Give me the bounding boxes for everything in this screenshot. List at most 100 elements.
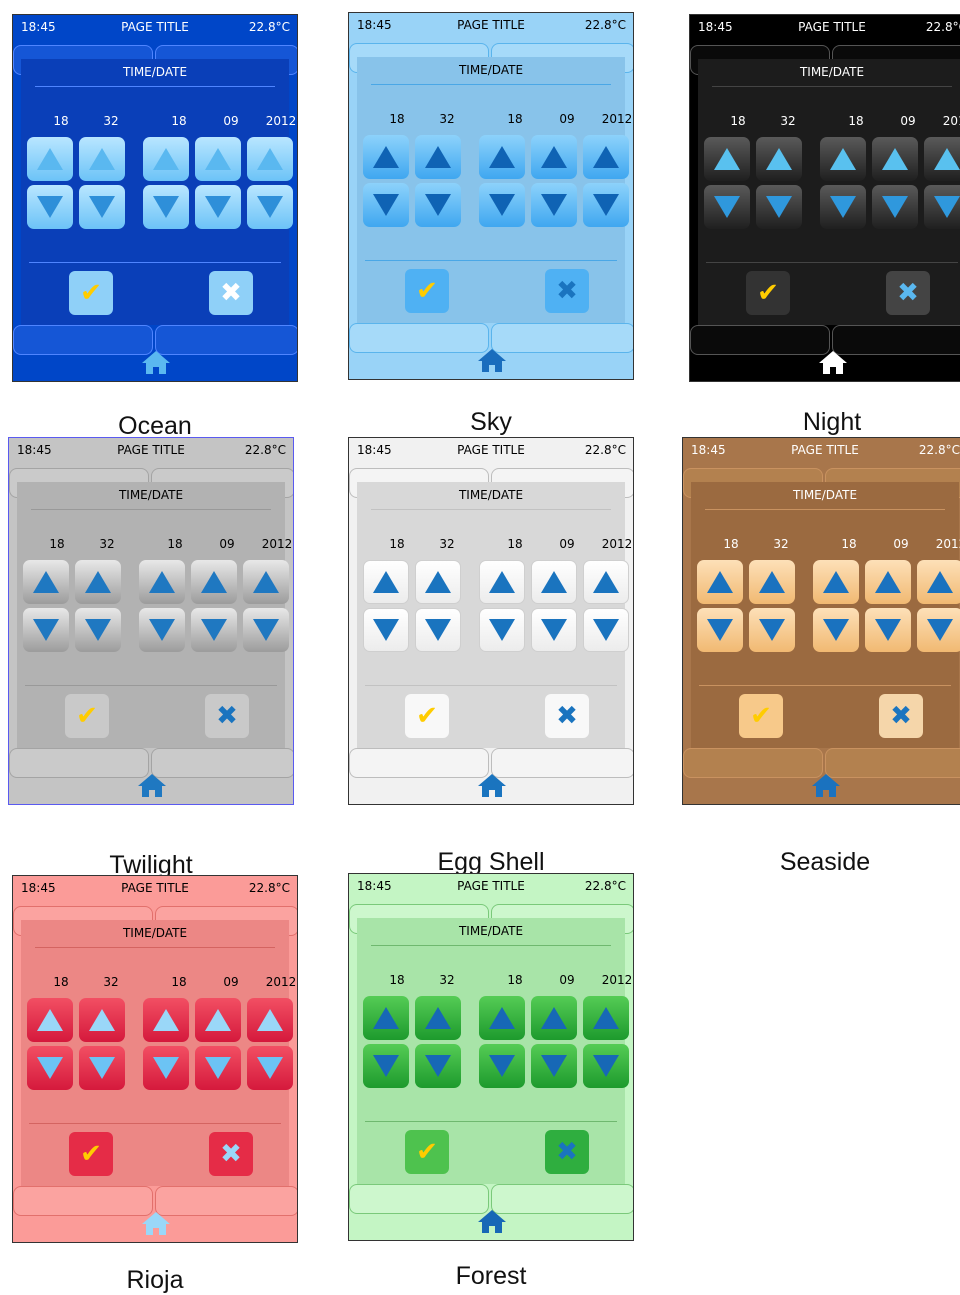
- background-tab[interactable]: [349, 323, 489, 353]
- down-button[interactable]: [917, 608, 960, 652]
- background-tab[interactable]: [690, 325, 830, 355]
- down-button[interactable]: [415, 183, 461, 227]
- down-button[interactable]: [583, 608, 629, 652]
- up-button[interactable]: [139, 560, 185, 604]
- down-button[interactable]: [531, 183, 577, 227]
- cancel-button[interactable]: ✖: [545, 694, 589, 738]
- background-tab[interactable]: [491, 748, 633, 778]
- up-button[interactable]: [756, 137, 802, 181]
- down-button[interactable]: [749, 608, 795, 652]
- up-button[interactable]: [697, 560, 743, 604]
- down-button[interactable]: [143, 1046, 189, 1090]
- down-button[interactable]: [75, 608, 121, 652]
- down-button[interactable]: [479, 1044, 525, 1088]
- up-button[interactable]: [75, 560, 121, 604]
- down-button[interactable]: [243, 608, 289, 652]
- cancel-button[interactable]: ✖: [886, 271, 930, 315]
- up-button[interactable]: [479, 996, 525, 1040]
- background-tab[interactable]: [832, 325, 960, 355]
- home-icon[interactable]: [810, 772, 842, 798]
- confirm-button[interactable]: ✔: [405, 694, 449, 738]
- confirm-button[interactable]: ✔: [405, 1130, 449, 1174]
- background-tab[interactable]: [491, 323, 633, 353]
- down-button[interactable]: [195, 1046, 241, 1090]
- home-icon[interactable]: [476, 772, 508, 798]
- down-button[interactable]: [865, 608, 911, 652]
- down-button[interactable]: [363, 1044, 409, 1088]
- up-button[interactable]: [143, 137, 189, 181]
- down-button[interactable]: [27, 1046, 73, 1090]
- down-button[interactable]: [247, 1046, 293, 1090]
- down-button[interactable]: [924, 185, 960, 229]
- home-icon[interactable]: [476, 1208, 508, 1234]
- cancel-button[interactable]: ✖: [209, 271, 253, 315]
- background-tab[interactable]: [155, 1186, 297, 1216]
- up-button[interactable]: [195, 998, 241, 1042]
- up-button[interactable]: [583, 996, 629, 1040]
- up-button[interactable]: [247, 137, 293, 181]
- down-button[interactable]: [79, 1046, 125, 1090]
- up-button[interactable]: [865, 560, 911, 604]
- background-tab[interactable]: [349, 1184, 489, 1214]
- background-tab[interactable]: [13, 325, 153, 355]
- up-button[interactable]: [813, 560, 859, 604]
- down-button[interactable]: [191, 608, 237, 652]
- down-button[interactable]: [872, 185, 918, 229]
- up-button[interactable]: [479, 135, 525, 179]
- up-button[interactable]: [243, 560, 289, 604]
- up-button[interactable]: [531, 560, 577, 604]
- background-tab[interactable]: [155, 325, 297, 355]
- up-button[interactable]: [531, 996, 577, 1040]
- down-button[interactable]: [583, 183, 629, 227]
- up-button[interactable]: [583, 135, 629, 179]
- down-button[interactable]: [27, 185, 73, 229]
- down-button[interactable]: [363, 183, 409, 227]
- up-button[interactable]: [79, 137, 125, 181]
- down-button[interactable]: [363, 608, 409, 652]
- up-button[interactable]: [27, 998, 73, 1042]
- cancel-button[interactable]: ✖: [209, 1132, 253, 1176]
- cancel-button[interactable]: ✖: [545, 269, 589, 313]
- cancel-button[interactable]: ✖: [879, 694, 923, 738]
- up-button[interactable]: [363, 560, 409, 604]
- down-button[interactable]: [143, 185, 189, 229]
- down-button[interactable]: [415, 1044, 461, 1088]
- up-button[interactable]: [363, 135, 409, 179]
- up-button[interactable]: [583, 560, 629, 604]
- up-button[interactable]: [195, 137, 241, 181]
- up-button[interactable]: [704, 137, 750, 181]
- up-button[interactable]: [415, 560, 461, 604]
- down-button[interactable]: [531, 608, 577, 652]
- home-icon[interactable]: [136, 772, 168, 798]
- confirm-button[interactable]: ✔: [65, 694, 109, 738]
- confirm-button[interactable]: ✔: [69, 1132, 113, 1176]
- background-tab[interactable]: [9, 748, 149, 778]
- down-button[interactable]: [479, 608, 525, 652]
- background-tab[interactable]: [349, 748, 489, 778]
- home-icon[interactable]: [140, 349, 172, 375]
- up-button[interactable]: [363, 996, 409, 1040]
- confirm-button[interactable]: ✔: [746, 271, 790, 315]
- up-button[interactable]: [917, 560, 960, 604]
- up-button[interactable]: [479, 560, 525, 604]
- down-button[interactable]: [415, 608, 461, 652]
- down-button[interactable]: [704, 185, 750, 229]
- down-button[interactable]: [195, 185, 241, 229]
- down-button[interactable]: [813, 608, 859, 652]
- up-button[interactable]: [27, 137, 73, 181]
- down-button[interactable]: [139, 608, 185, 652]
- home-icon[interactable]: [140, 1210, 172, 1236]
- up-button[interactable]: [415, 135, 461, 179]
- confirm-button[interactable]: ✔: [69, 271, 113, 315]
- background-tab[interactable]: [683, 748, 823, 778]
- up-button[interactable]: [247, 998, 293, 1042]
- background-tab[interactable]: [13, 1186, 153, 1216]
- up-button[interactable]: [23, 560, 69, 604]
- down-button[interactable]: [697, 608, 743, 652]
- up-button[interactable]: [924, 137, 960, 181]
- up-button[interactable]: [872, 137, 918, 181]
- down-button[interactable]: [79, 185, 125, 229]
- down-button[interactable]: [247, 185, 293, 229]
- down-button[interactable]: [531, 1044, 577, 1088]
- background-tab[interactable]: [825, 748, 960, 778]
